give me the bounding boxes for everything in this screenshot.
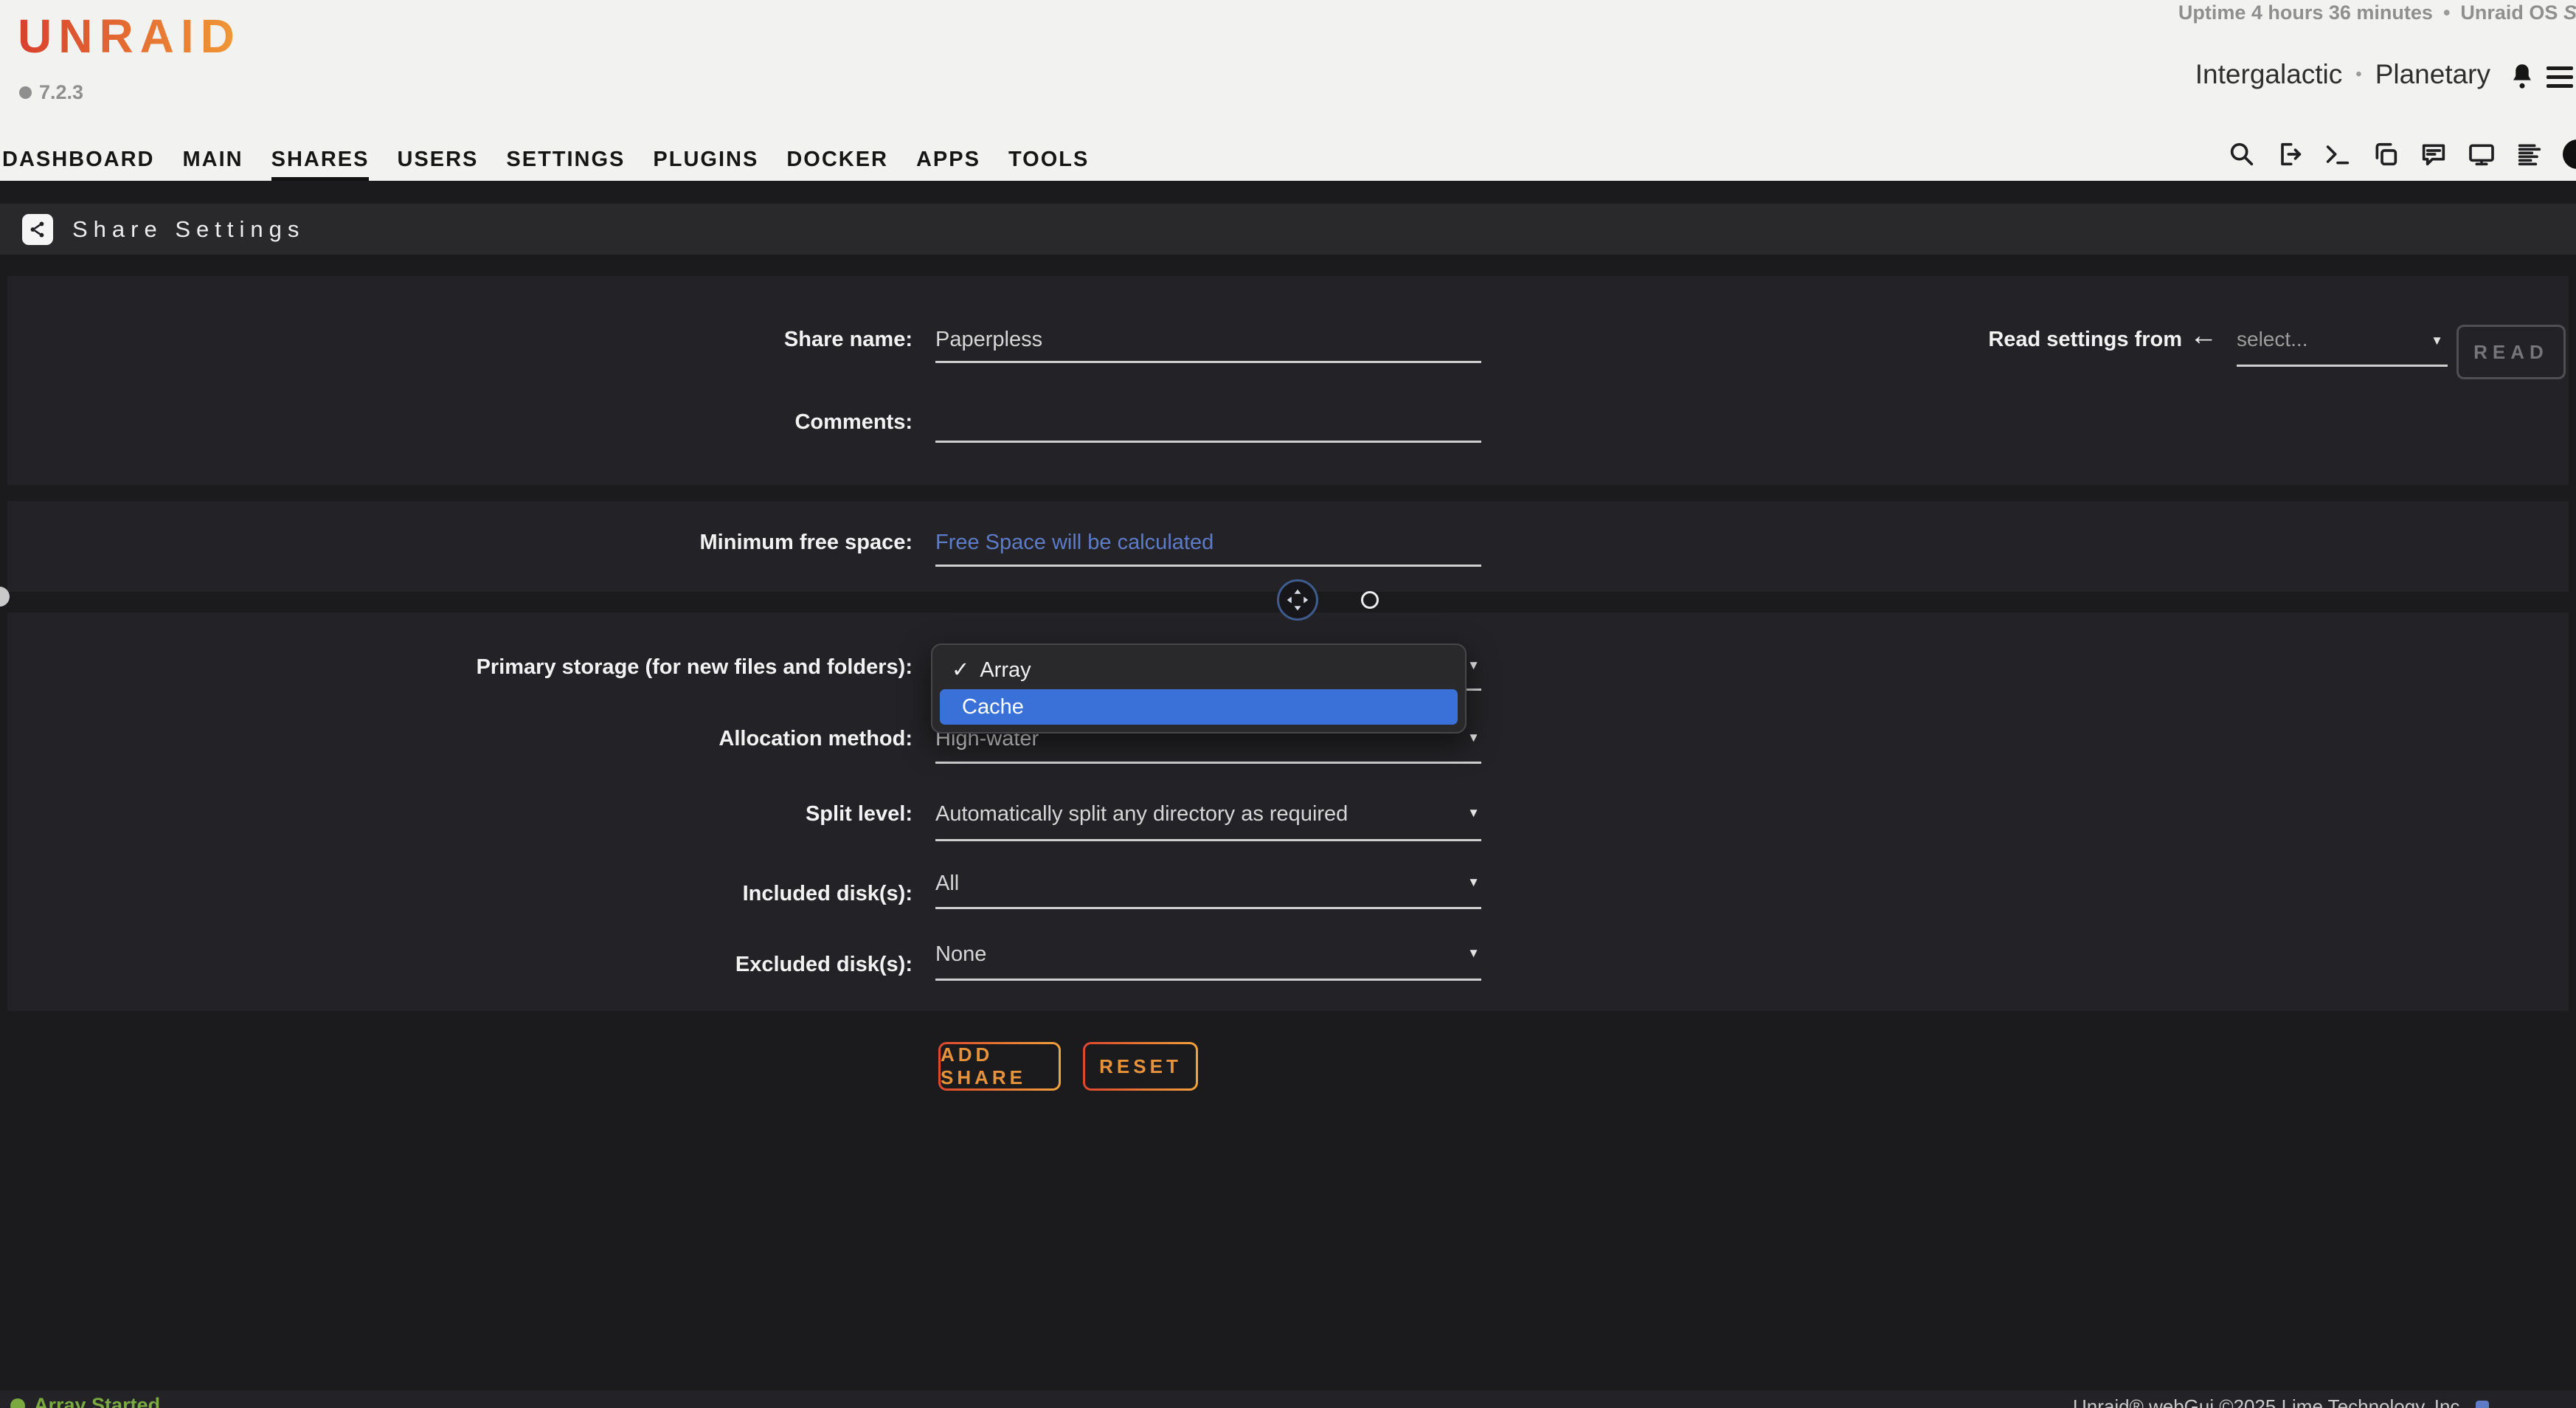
excluded-disks-select[interactable]: None ▼	[935, 942, 1481, 981]
status-footer: Array Started Unraid® webGui ©2025 Lime …	[0, 1390, 2576, 1408]
allocation-method-label: Allocation method:	[7, 727, 913, 751]
header-toolbar	[2227, 139, 2576, 169]
os-version: 7.2.3	[19, 81, 83, 104]
chevron-down-icon: ▼	[1467, 875, 1480, 890]
dropdown-option-array[interactable]: ✓Array	[952, 657, 1031, 683]
nav-item-plugins[interactable]: PLUGINS	[639, 148, 772, 172]
logout-icon[interactable]	[2275, 139, 2305, 169]
included-disks-select[interactable]: All ▼	[935, 872, 1481, 909]
page-title: Share Settings	[72, 216, 305, 243]
server-description: Planetary	[2375, 59, 2490, 90]
nav-item-shares[interactable]: SHARES	[257, 148, 384, 172]
menu-hamburger-icon[interactable]	[2546, 66, 2573, 88]
os-name-text: Unraid OS	[2460, 1, 2558, 24]
min-free-space-label: Minimum free space:	[7, 531, 913, 555]
status-dot-icon	[10, 1398, 25, 1408]
click-indicator	[1361, 591, 1379, 609]
feedback-chat-icon[interactable]	[2419, 139, 2448, 169]
nav-item-users[interactable]: USERS	[383, 148, 492, 172]
version-label: 7.2.3	[39, 81, 83, 104]
log-icon[interactable]	[2515, 139, 2544, 169]
comments-input[interactable]	[935, 410, 1481, 443]
chevron-down-icon: ▼	[2431, 334, 2443, 348]
server-name: Intergalactic	[2195, 59, 2343, 90]
min-free-space-input[interactable]: Free Space will be calculated	[935, 531, 1481, 567]
read-settings-select[interactable]: select... ▼	[2237, 328, 2448, 367]
copyright-text: Unraid® webGui ©2025 Lime Technology, In…	[2073, 1395, 2489, 1408]
included-disks-label: Included disk(s):	[7, 882, 913, 906]
comments-label: Comments:	[7, 410, 913, 435]
monitor-icon[interactable]	[2467, 139, 2496, 169]
search-icon[interactable]	[2227, 139, 2257, 169]
nav-item-main[interactable]: MAIN	[169, 148, 257, 172]
nav-item-dashboard[interactable]: DASHBOARD	[0, 148, 169, 172]
add-share-button[interactable]: ADD SHARE	[938, 1042, 1061, 1091]
help-icon[interactable]	[2563, 139, 2576, 169]
split-level-select[interactable]: Automatically split any directory as req…	[935, 802, 1481, 841]
chevron-down-icon: ▼	[1467, 806, 1480, 821]
read-button[interactable]: READ	[2456, 325, 2566, 379]
unraid-logo[interactable]: UNRAID	[18, 9, 241, 63]
split-level-label: Split level:	[7, 802, 913, 826]
main-navigation: DASHBOARD MAIN SHARES USERS SETTINGS PLU…	[0, 148, 1103, 172]
autoscroll-cursor-icon	[1277, 579, 1318, 621]
lime-tech-icon	[2476, 1401, 2489, 1408]
read-settings-label: Read settings from	[1734, 328, 2182, 352]
uptime-status-line: Uptime 4 hours 36 minutes•Unraid OS Star…	[2178, 1, 2576, 24]
section-share-identity: Share name: Paperpless Read settings fro…	[7, 276, 2569, 485]
nav-item-tools[interactable]: TOOLS	[994, 148, 1103, 172]
terminal-icon[interactable]	[2323, 139, 2352, 169]
array-status: Array Started	[10, 1394, 160, 1408]
server-identity: Intergalactic • Planetary	[2195, 59, 2490, 90]
chevron-down-icon: ▼	[1467, 946, 1480, 961]
share-name-label: Share name:	[7, 328, 913, 352]
page-title-bar: Share Settings	[0, 204, 2576, 255]
dropdown-option-cache[interactable]: Cache	[940, 689, 1458, 725]
section-free-space: Minimum free space: Free Space will be c…	[7, 501, 2569, 592]
version-dot-icon	[19, 86, 32, 99]
top-header: UNRAID 7.2.3 Uptime 4 hours 36 minutes•U…	[0, 0, 2576, 181]
reset-button[interactable]: RESET	[1083, 1042, 1198, 1091]
chevron-down-icon: ▼	[1467, 731, 1480, 745]
checkmark-icon: ✓	[952, 658, 969, 682]
chevron-down-icon: ▼	[1467, 658, 1480, 673]
os-edition-text: Starter	[2563, 1, 2576, 24]
share-name-input[interactable]: Paperpless	[935, 328, 1481, 363]
nav-item-settings[interactable]: SETTINGS	[492, 148, 639, 172]
share-icon	[22, 214, 53, 245]
primary-storage-dropdown-menu: ✓Array Cache	[931, 643, 1467, 734]
nav-item-docker[interactable]: DOCKER	[772, 148, 902, 172]
uptime-text: Uptime 4 hours 36 minutes	[2178, 1, 2433, 24]
section-storage-options: Primary storage (for new files and folde…	[7, 612, 2569, 1011]
arrow-left-icon: ←	[2189, 320, 2217, 352]
copy-icon[interactable]	[2371, 139, 2400, 169]
excluded-disks-label: Excluded disk(s):	[7, 953, 913, 977]
notifications-bell-icon[interactable]	[2507, 61, 2538, 92]
nav-item-apps[interactable]: APPS	[902, 148, 994, 172]
primary-storage-label: Primary storage (for new files and folde…	[7, 655, 913, 680]
